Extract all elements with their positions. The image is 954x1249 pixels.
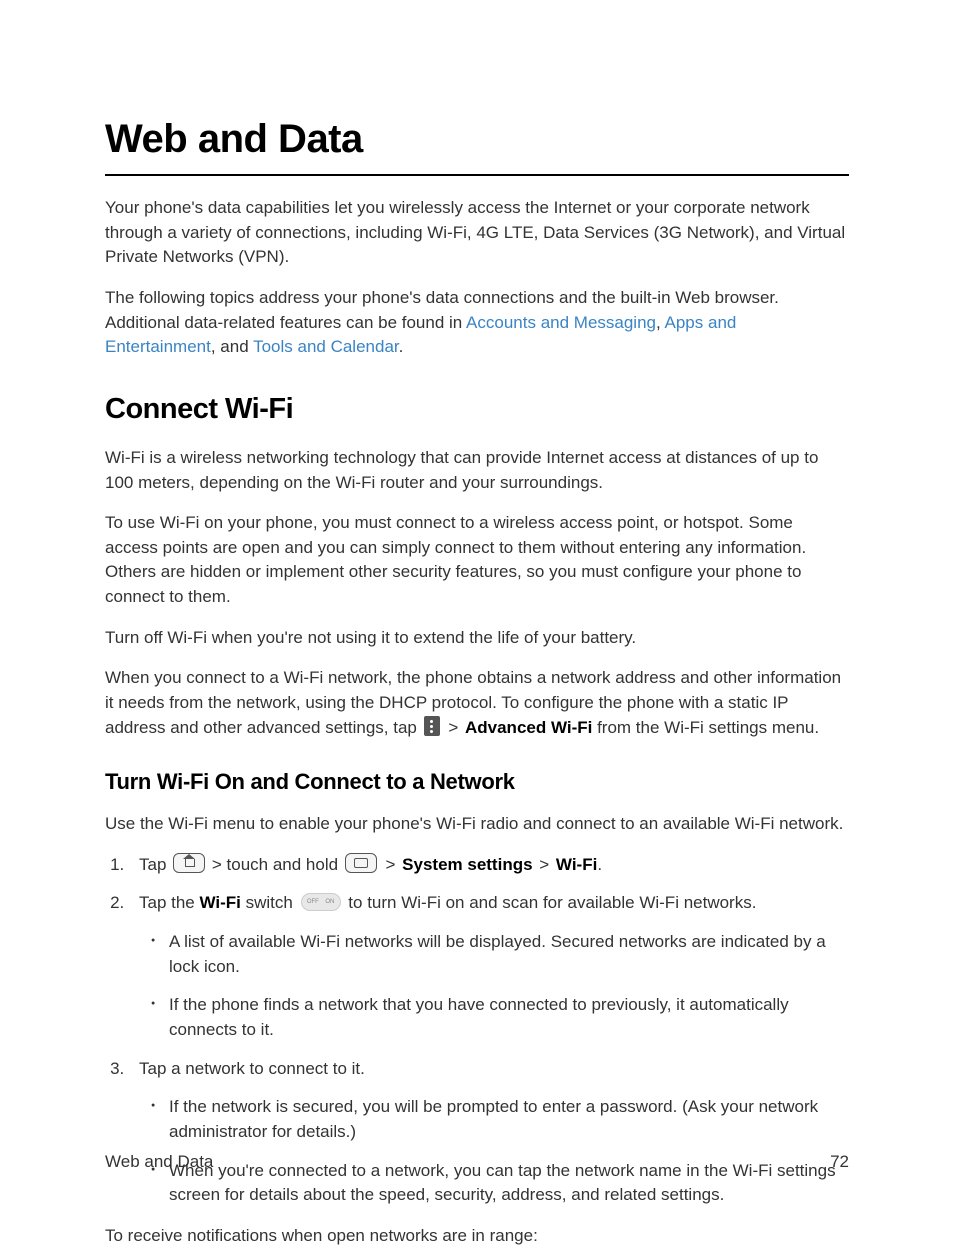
paragraph: Wi-Fi is a wireless networking technolog… [105, 446, 849, 495]
switch-on-label: ON [325, 898, 334, 907]
step-2: Tap the Wi-Fi switch OFF ON to turn Wi-Fi… [129, 891, 849, 1042]
page-footer: Web and Data 72 [105, 1150, 849, 1175]
list-item: A list of available Wi-Fi networks will … [151, 930, 849, 979]
list-item: If the phone finds a network that you ha… [151, 993, 849, 1042]
text: to turn Wi-Fi on and scan for available … [344, 893, 757, 912]
paragraph: Use the Wi-Fi menu to enable your phone'… [105, 812, 849, 837]
text: . [399, 337, 404, 356]
text: > [535, 855, 554, 874]
text: from the Wi-Fi settings menu. [592, 718, 819, 737]
text: switch [241, 893, 298, 912]
bold-wifi: Wi-Fi [200, 893, 241, 912]
recent-apps-button-icon [345, 853, 377, 873]
intro-paragraph-2: The following topics address your phone'… [105, 286, 849, 360]
link-tools-calendar[interactable]: Tools and Calendar [253, 337, 399, 356]
paragraph-advanced-wifi: When you connect to a Wi-Fi network, the… [105, 666, 849, 740]
menu-overflow-icon [424, 716, 440, 736]
text: Tap a network to connect to it. [139, 1059, 365, 1078]
page-title: Web and Data [105, 110, 849, 176]
text: . [597, 855, 602, 874]
text: , and [211, 337, 253, 356]
text: Tap the [139, 893, 200, 912]
text: , [656, 313, 665, 332]
bold-wifi: Wi-Fi [556, 855, 597, 874]
bold-advanced-wifi: Advanced Wi-Fi [465, 718, 592, 737]
paragraph: To use Wi-Fi on your phone, you must con… [105, 511, 849, 610]
link-accounts-messaging[interactable]: Accounts and Messaging [466, 313, 656, 332]
section-heading-connect-wifi: Connect Wi-Fi [105, 388, 849, 430]
intro-paragraph-1: Your phone's data capabilities let you w… [105, 196, 849, 270]
paragraph: To receive notifications when open netwo… [105, 1224, 849, 1249]
footer-page-number: 72 [830, 1150, 849, 1175]
text: > [381, 855, 400, 874]
subsection-heading-turn-wifi-on: Turn Wi-Fi On and Connect to a Network [105, 766, 849, 798]
switch-off-label: OFF [307, 898, 319, 907]
list-item: If the network is secured, you will be p… [151, 1095, 849, 1144]
text: > touch and hold [207, 855, 343, 874]
bold-system-settings: System settings [402, 855, 532, 874]
step-3: Tap a network to connect to it. If the n… [129, 1057, 849, 1208]
text: Tap [139, 855, 171, 874]
footer-section-name: Web and Data [105, 1150, 213, 1175]
paragraph: Turn off Wi-Fi when you're not using it … [105, 626, 849, 651]
text: > [444, 718, 463, 737]
toggle-switch-icon: OFF ON [301, 893, 341, 911]
step-1: Tap > touch and hold > System settings >… [129, 853, 849, 878]
home-button-icon [173, 853, 205, 873]
sub-list: A list of available Wi-Fi networks will … [151, 930, 849, 1043]
